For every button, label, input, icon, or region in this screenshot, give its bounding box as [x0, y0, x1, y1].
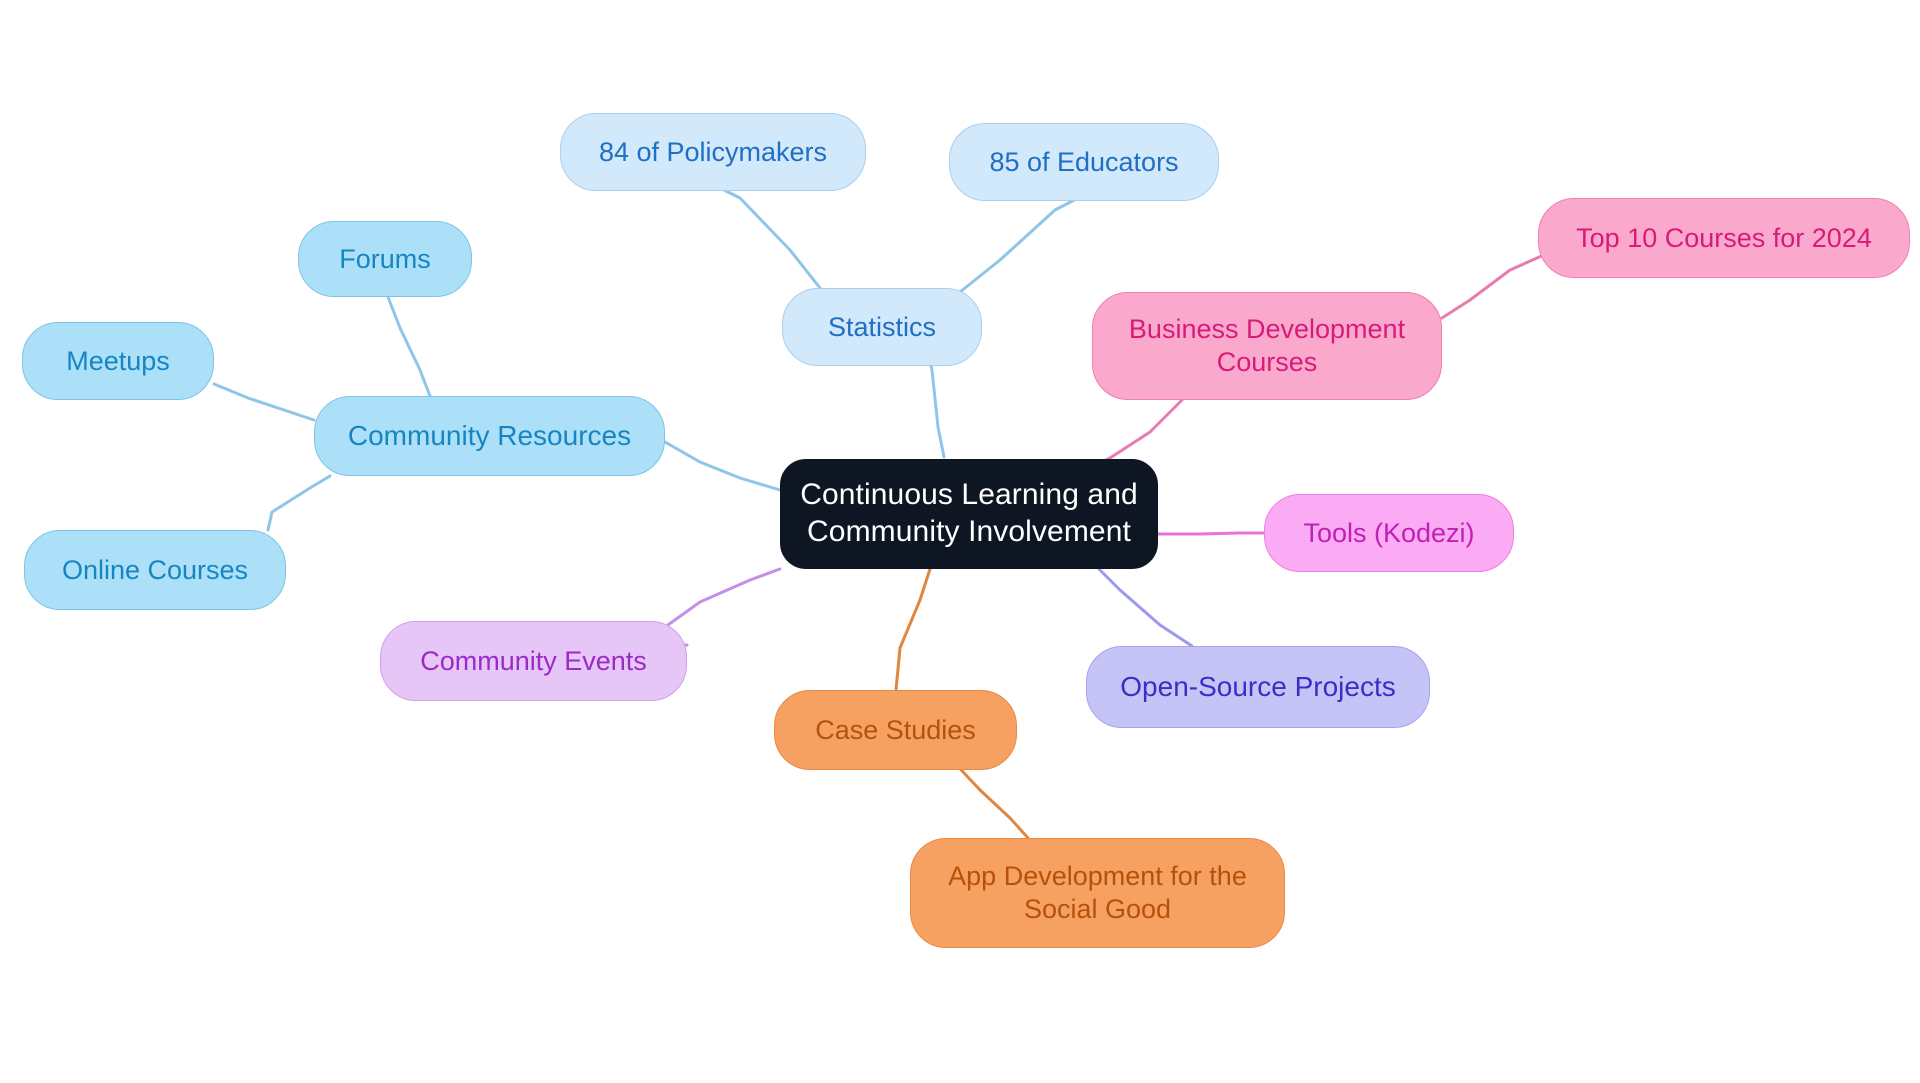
mindmap-canvas: Continuous Learning and Community Involv…	[0, 0, 1920, 1083]
mindmap-node-case_studies[interactable]: Case Studies	[774, 690, 1017, 770]
mindmap-node-forums[interactable]: Forums	[298, 221, 472, 297]
edge-business_dev-to-top10	[1440, 252, 1548, 320]
mindmap-node-statistics[interactable]: Statistics	[782, 288, 982, 366]
edge-community_resources-to-forums	[386, 295, 432, 398]
node-label-online_courses: Online Courses	[61, 554, 249, 585]
edge-root-to-business_dev	[1090, 398, 1184, 469]
mindmap-node-app_dev[interactable]: App Development for the Social Good	[910, 838, 1285, 948]
edge-root-to-open_source	[1096, 566, 1194, 648]
edge-community_resources-to-meetups	[212, 382, 316, 422]
node-label-open_source: Open-Source Projects	[1120, 670, 1396, 702]
edge-case_studies-to-app_dev	[948, 756, 1030, 840]
mindmap-node-business_dev[interactable]: Business Development Courses	[1092, 292, 1442, 400]
edge-root-to-case_studies	[894, 567, 932, 692]
mindmap-node-policymakers[interactable]: 84 of Policymakers	[560, 113, 866, 191]
node-label-top10: Top 10 Courses for 2024	[1576, 222, 1872, 253]
edge-statistics-to-policymakers	[710, 182, 822, 290]
mindmap-node-online_courses[interactable]: Online Courses	[24, 530, 286, 610]
node-label-community_resources: Community Resources	[347, 419, 632, 451]
edge-community_resources-to-online_courses	[266, 474, 332, 532]
node-label-case_studies: Case Studies	[815, 714, 976, 745]
node-label-policymakers: 84 of Policymakers	[598, 136, 828, 167]
node-label-business_dev: Business Development Courses	[1128, 314, 1406, 377]
mindmap-node-root[interactable]: Continuous Learning and Community Involv…	[780, 459, 1158, 569]
node-label-tools: Tools (Kodezi)	[1303, 517, 1475, 548]
node-label-app_dev: App Development for the Social Good	[948, 861, 1247, 924]
mindmap-node-top10[interactable]: Top 10 Courses for 2024	[1538, 198, 1910, 278]
node-label-root: Continuous Learning and Community Involv…	[800, 478, 1138, 548]
edge-root-to-tools	[1156, 531, 1266, 536]
node-label-meetups: Meetups	[66, 345, 170, 376]
mindmap-node-educators[interactable]: 85 of Educators	[949, 123, 1219, 201]
node-label-community_events: Community Events	[420, 645, 647, 676]
edge-statistics-to-educators	[958, 194, 1084, 294]
mindmap-node-meetups[interactable]: Meetups	[22, 322, 214, 400]
node-label-forums: Forums	[339, 243, 431, 274]
mindmap-node-community_events[interactable]: Community Events	[380, 621, 687, 701]
mindmap-node-tools[interactable]: Tools (Kodezi)	[1264, 494, 1514, 572]
mindmap-node-open_source[interactable]: Open-Source Projects	[1086, 646, 1430, 728]
edge-root-to-community_resources	[663, 440, 782, 492]
node-label-educators: 85 of Educators	[989, 146, 1179, 177]
mindmap-node-community_resources[interactable]: Community Resources	[314, 396, 665, 476]
node-label-statistics: Statistics	[827, 311, 937, 342]
